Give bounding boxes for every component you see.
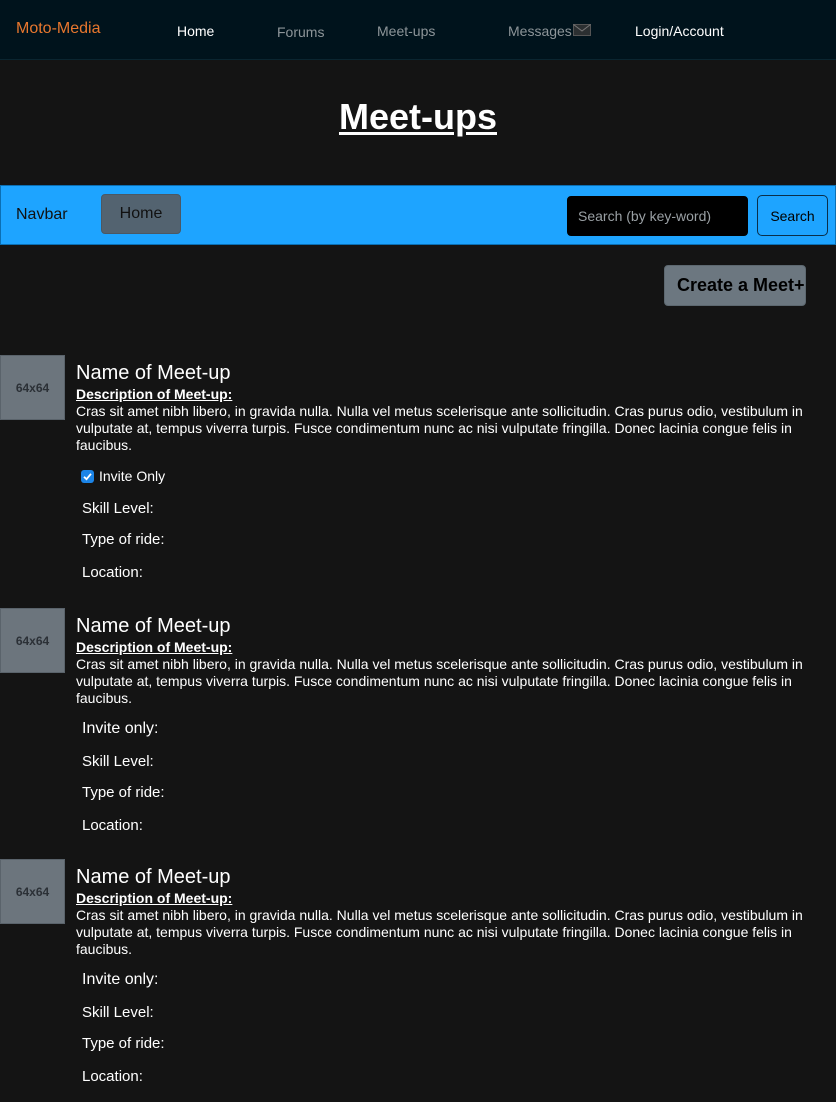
skill-level-label: Skill Level: <box>82 500 154 517</box>
ride-type-label: Type of ride: <box>82 531 165 548</box>
location-label: Location: <box>82 817 143 834</box>
description-label: Description of Meet-up: <box>76 386 233 402</box>
meetup-name: Name of Meet-up <box>76 866 231 888</box>
invite-only-label: Invite Only <box>99 468 166 484</box>
search-input[interactable] <box>567 196 748 236</box>
checkbox-checked-icon[interactable] <box>81 469 94 483</box>
brand-link[interactable]: Moto-Media <box>16 20 100 38</box>
meetup-description: Cras sit amet nibh libero, in gravida nu… <box>76 403 803 453</box>
secondary-navbar: Navbar Home Search <box>0 185 836 245</box>
page-title: Meet-ups <box>338 96 497 137</box>
meetup-thumbnail: 64x64 <box>0 355 65 420</box>
invite-only-label: Invite only: <box>82 971 159 988</box>
meetup-name: Name of Meet-up <box>76 362 231 384</box>
meetup-description: Cras sit amet nibh libero, in gravida nu… <box>76 907 803 957</box>
nav-messages-link[interactable]: Messages <box>508 23 591 39</box>
nav-home-link[interactable]: Home <box>177 23 214 39</box>
meetup-thumbnail: 64x64 <box>0 608 65 673</box>
nav-forums-link[interactable]: Forums <box>277 24 324 40</box>
invite-only-checkbox[interactable]: Invite Only <box>81 468 165 484</box>
create-meetup-button[interactable]: Create a Meet+ <box>664 265 806 306</box>
nav-messages-label: Messages <box>508 23 572 39</box>
skill-level-label: Skill Level: <box>82 1004 154 1021</box>
location-label: Location: <box>82 1068 143 1085</box>
envelope-icon <box>572 23 591 39</box>
invite-only-label: Invite only: <box>82 720 159 737</box>
search-button[interactable]: Search <box>757 195 828 236</box>
location-label: Location: <box>82 564 143 581</box>
meetup-thumbnail: 64x64 <box>0 859 65 924</box>
description-label: Description of Meet-up: <box>76 639 233 655</box>
home-button[interactable]: Home <box>101 194 181 234</box>
ride-type-label: Type of ride: <box>82 1035 165 1052</box>
nav-meetups-link[interactable]: Meet-ups <box>377 23 435 39</box>
skill-level-label: Skill Level: <box>82 753 154 770</box>
top-navbar: Moto-Media Home Forums Meet-ups Messages… <box>0 0 836 60</box>
description-label: Description of Meet-up: <box>76 890 233 906</box>
meetup-description: Cras sit amet nibh libero, in gravida nu… <box>76 656 803 706</box>
meetup-name: Name of Meet-up <box>76 615 231 637</box>
nav-login-link[interactable]: Login/Account <box>635 23 724 39</box>
ride-type-label: Type of ride: <box>82 784 165 801</box>
navbar-brand[interactable]: Navbar <box>16 206 68 224</box>
